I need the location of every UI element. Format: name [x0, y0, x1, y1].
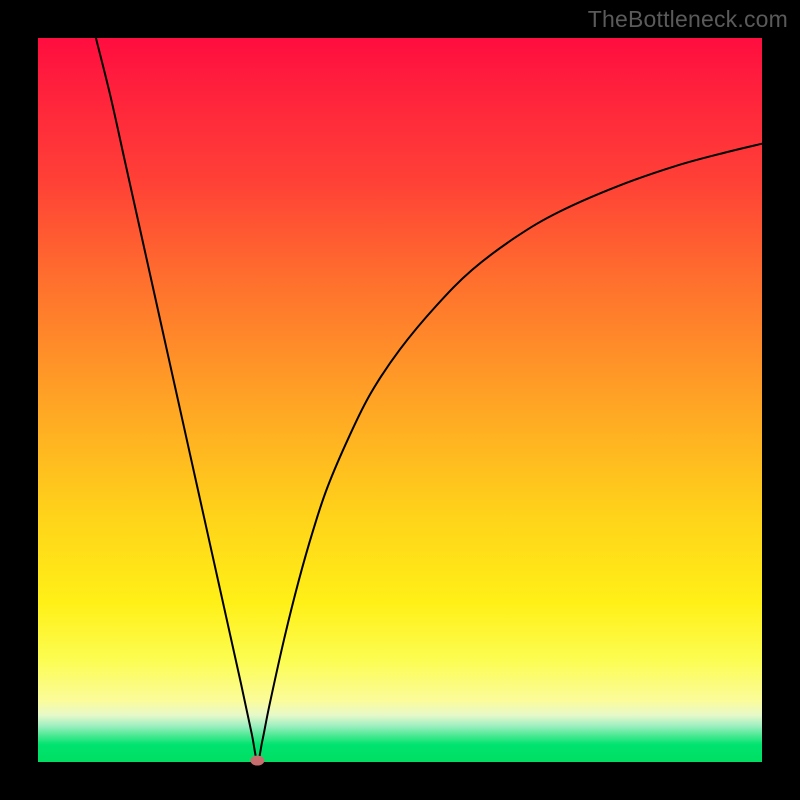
- minimum-marker: [250, 756, 264, 766]
- chart-frame: TheBottleneck.com: [0, 0, 800, 800]
- plot-area: [38, 38, 762, 762]
- bottleneck-curve: [96, 38, 762, 761]
- curve-layer: [38, 38, 762, 762]
- watermark-text: TheBottleneck.com: [588, 6, 788, 33]
